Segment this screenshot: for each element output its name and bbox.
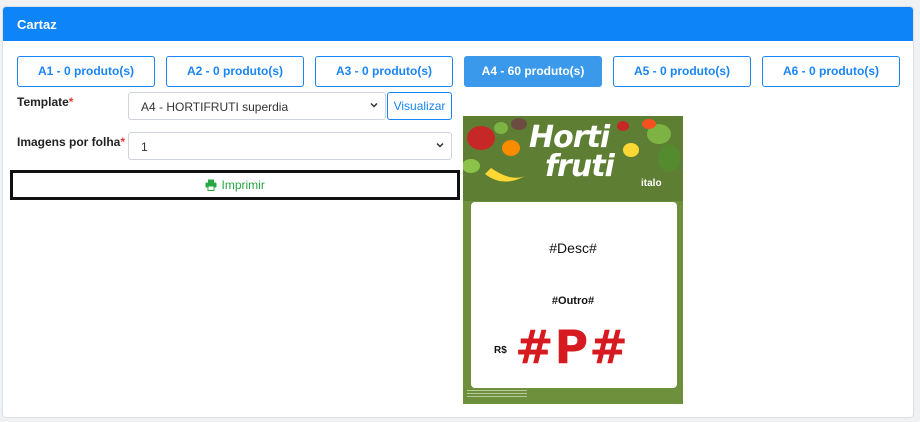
tab-a1[interactable]: A1 - 0 produto(s) (17, 56, 155, 87)
produce-banner: Horti fruti italo (463, 116, 683, 201)
required-mark: * (120, 135, 126, 149)
tab-a4[interactable]: A4 - 60 produto(s) (464, 56, 602, 87)
template-select-value: A4 - HORTIFRUTI superdia (141, 100, 289, 114)
poster-preview: Horti fruti italo #Desc# #Outro# R$ #P# (463, 116, 683, 404)
print-button[interactable]: Imprimir (10, 170, 460, 200)
fine-print (467, 390, 527, 402)
poster-currency: R$ (494, 345, 507, 356)
poster-price: #P# (515, 320, 629, 374)
visualizar-button[interactable]: Visualizar (387, 92, 452, 120)
template-label-text: Template (17, 95, 69, 109)
tab-a5[interactable]: A5 - 0 produto(s) (613, 56, 751, 87)
card-title: Cartaz (3, 7, 913, 41)
print-label: Imprimir (221, 178, 265, 192)
poster-outro: #Outro# (551, 295, 595, 307)
imagens-label: Imagens por folha* (17, 135, 125, 149)
template-label: Template* (17, 95, 73, 109)
imagens-label-text: Imagens por folha (17, 135, 121, 149)
required-mark: * (68, 95, 74, 109)
chevron-down-icon (370, 102, 378, 108)
poster-desc: #Desc# (549, 240, 597, 256)
tab-a2[interactable]: A2 - 0 produto(s) (166, 56, 304, 87)
italo-logo: italo (641, 178, 662, 189)
cartaz-card: Cartaz A1 - 0 produto(s) A2 - 0 produto(… (2, 6, 914, 418)
brand-line2: fruti (545, 149, 615, 184)
tab-a3[interactable]: A3 - 0 produto(s) (315, 56, 453, 87)
template-select[interactable]: A4 - HORTIFRUTI superdia (128, 92, 386, 120)
chevron-down-icon (436, 142, 444, 148)
tab-a6[interactable]: A6 - 0 produto(s) (762, 56, 900, 87)
printer-icon (205, 179, 217, 191)
imagens-select[interactable]: 1 (128, 132, 452, 160)
imagens-select-value: 1 (141, 140, 148, 154)
